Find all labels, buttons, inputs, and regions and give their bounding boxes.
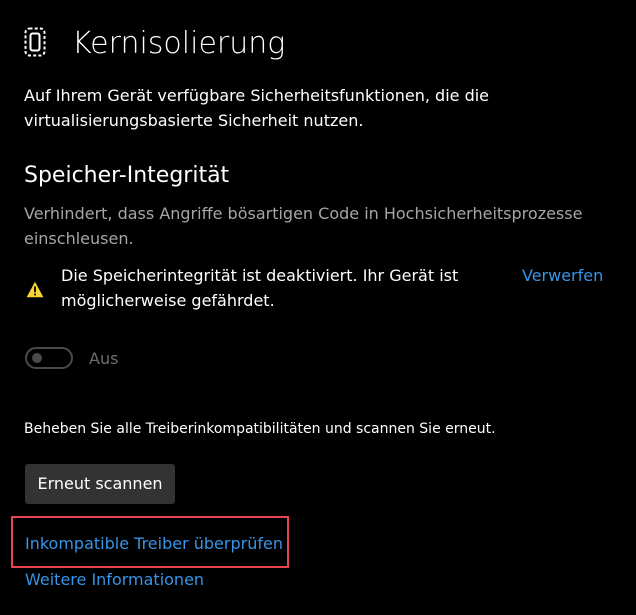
toggle-state-label: Aus: [89, 349, 119, 368]
dismiss-link[interactable]: Verwerfen: [522, 263, 603, 288]
section-description: Verhindert, dass Angriffe bösartigen Cod…: [24, 204, 583, 248]
device-chip-icon: [24, 27, 46, 57]
toggle-knob: [32, 353, 42, 363]
rescan-button[interactable]: Erneut scannen: [25, 464, 175, 504]
more-info-link[interactable]: Weitere Informationen: [25, 568, 204, 592]
section-title-memory-integrity: Speicher-Integrität: [24, 163, 230, 188]
review-incompatible-drivers-link[interactable]: Inkompatible Treiber überprüfen: [25, 532, 283, 556]
page-description: Auf Ihrem Gerät verfügbare Sicherheitsfu…: [24, 86, 490, 130]
page-title: Kernisolierung: [72, 26, 286, 61]
warning-message: Die Speicherintegrität ist deaktiviert. …: [61, 266, 459, 310]
memory-integrity-toggle[interactable]: [25, 347, 73, 369]
warning-icon: [26, 281, 44, 298]
driver-instruction: Beheben Sie alle Treiberinkompatibilität…: [24, 421, 496, 437]
